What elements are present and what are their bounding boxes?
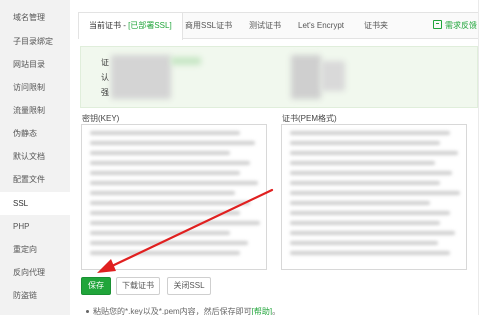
pem-field-label: 证书(PEM格式) <box>282 114 337 123</box>
hint-suffix: 。 <box>272 307 281 315</box>
feedback-icon <box>433 20 442 29</box>
tab-current-cert-label: 当前证书 - <box>89 21 129 30</box>
tab-test-cert[interactable]: 测试证书 <box>249 13 281 39</box>
sidebar-item-subdir[interactable]: 子目录绑定 <box>0 30 70 53</box>
sidebar-item-domain[interactable]: 域名管理 <box>0 6 70 29</box>
background-page-edge <box>478 0 500 315</box>
cert-info-panel: 证 认 强 <box>80 46 478 108</box>
download-cert-button[interactable]: 下载证书 <box>116 277 160 295</box>
sidebar-item-site-dir[interactable]: 网站目录 <box>0 53 70 76</box>
tab-bar: 当前证书 - [已部署SSL] 商用SSL证书 测试证书 Let's Encry… <box>78 12 480 40</box>
sidebar-item-rewrite[interactable]: 伪静态 <box>0 122 70 145</box>
close-ssl-button[interactable]: 关闭SSL <box>167 277 211 295</box>
sidebar-item-redirect[interactable]: 重定向 <box>0 238 70 261</box>
sidebar-item-php[interactable]: PHP <box>0 215 70 238</box>
sidebar-item-ssl[interactable]: SSL <box>0 192 70 215</box>
sidebar-item-access-limit[interactable]: 访问限制 <box>0 76 70 99</box>
cert-label-2: 认 <box>101 73 109 82</box>
pem-textarea[interactable] <box>281 124 467 270</box>
cert-info-redacted <box>171 57 201 65</box>
key-textarea[interactable] <box>81 124 267 270</box>
feedback-link[interactable]: 需求反馈 <box>433 13 477 39</box>
hint-body: 粘贴您的*.key以及*.pem内容，然后保存即可 <box>93 307 252 315</box>
sidebar-item-hotlink[interactable]: 防盗链 <box>0 284 70 307</box>
ssl-panel: 当前证书 - [已部署SSL] 商用SSL证书 测试证书 Let's Encry… <box>70 0 500 315</box>
help-link[interactable]: [帮助] <box>252 307 272 315</box>
cert-info-redacted <box>321 61 345 91</box>
sidebar-item-traffic-limit[interactable]: 流量限制 <box>0 99 70 122</box>
cert-info-redacted <box>291 55 321 99</box>
tab-current-cert[interactable]: 当前证书 - [已部署SSL] <box>79 13 183 40</box>
key-field-label: 密钥(KEY) <box>82 114 120 123</box>
sidebar-item-config-file[interactable]: 配置文件 <box>0 168 70 191</box>
tab-letsencrypt[interactable]: Let's Encrypt <box>298 13 344 39</box>
tab-cert-folder[interactable]: 证书夹 <box>364 13 388 39</box>
bullet-icon <box>86 310 89 313</box>
cert-label-3: 强 <box>101 88 109 97</box>
save-button[interactable]: 保存 <box>81 277 111 295</box>
sidebar-item-default-doc[interactable]: 默认文档 <box>0 145 70 168</box>
hint-text: 粘贴您的*.key以及*.pem内容，然后保存即可[帮助]。 <box>86 306 280 315</box>
feedback-label: 需求反馈 <box>445 21 477 30</box>
sidebar-item-reverse-proxy[interactable]: 反向代理 <box>0 261 70 284</box>
sidebar: 域名管理 子目录绑定 网站目录 访问限制 流量限制 伪静态 默认文档 配置文件 … <box>0 0 70 315</box>
cert-info-redacted <box>111 55 171 99</box>
tab-commercial-ssl[interactable]: 商用SSL证书 <box>185 13 232 39</box>
cert-label-1: 证 <box>101 58 109 67</box>
ssl-status-tag: [已部署SSL] <box>128 21 172 30</box>
